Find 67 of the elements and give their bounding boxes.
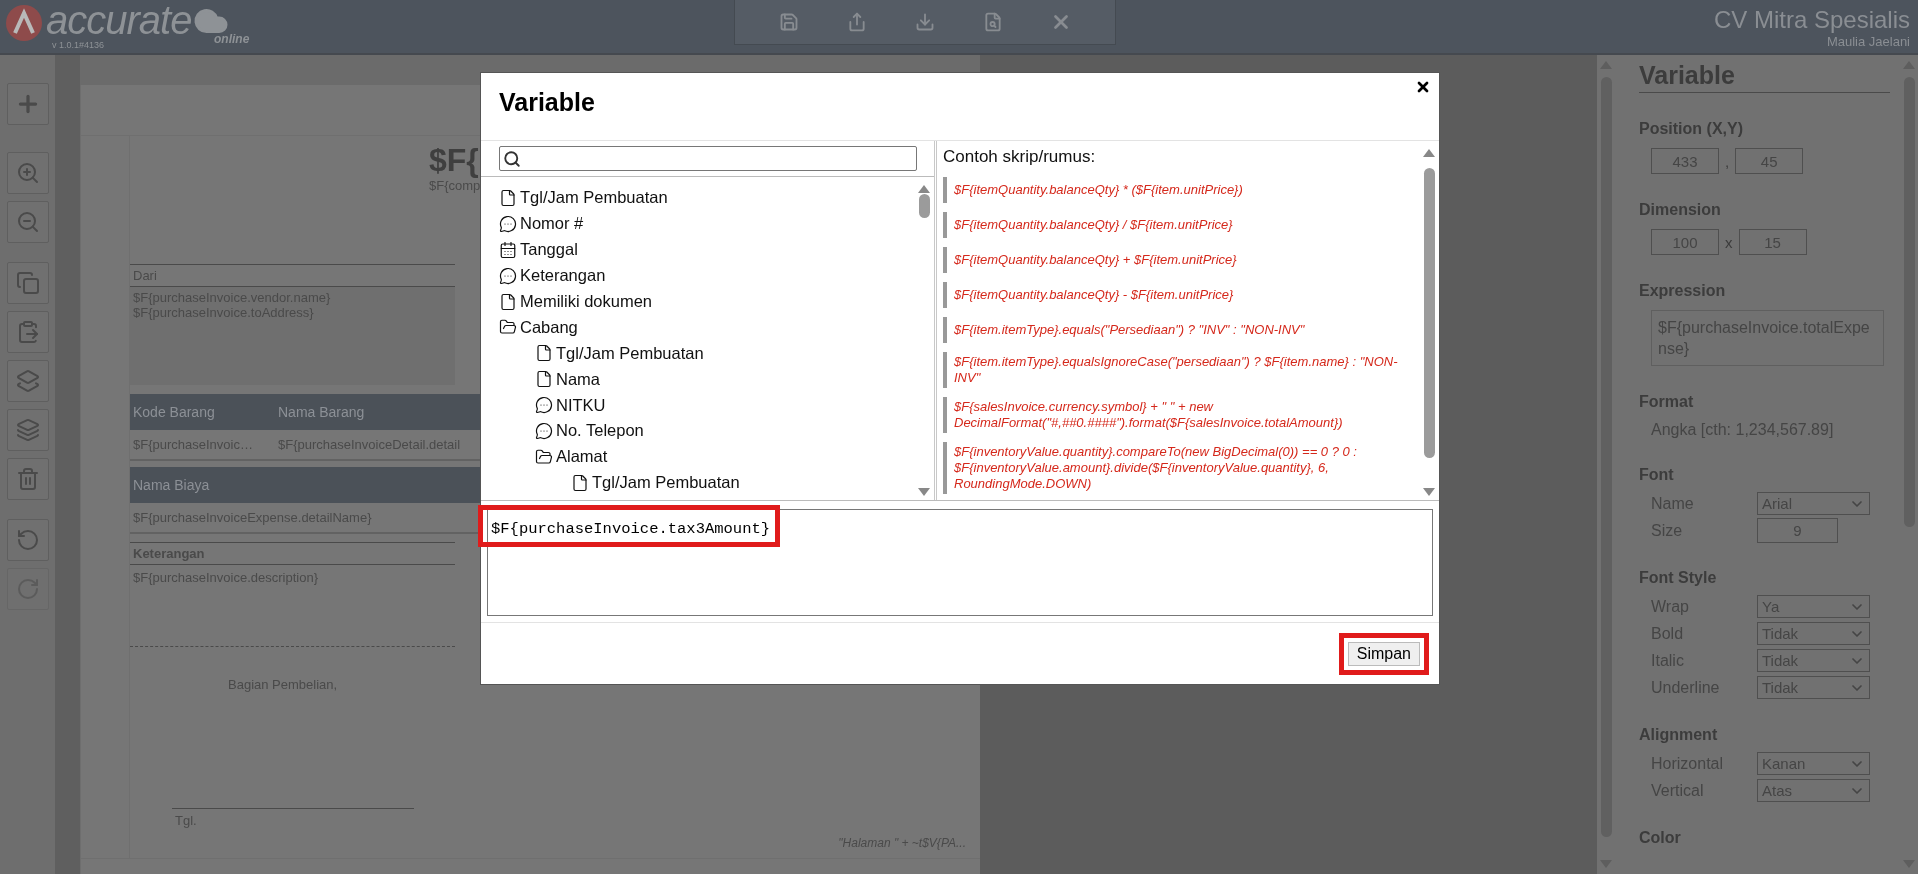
user-name: Maulia Jaelani	[1826, 34, 1910, 49]
example-formula[interactable]: $F{itemQuantity.balanceQty} / $F{item.unitPrice}	[943, 212, 1419, 238]
undo-button[interactable]	[6, 519, 49, 561]
document-icon	[499, 188, 517, 207]
speech-bubble-icon	[499, 266, 517, 285]
paste-button[interactable]	[6, 311, 49, 353]
dialog-title: Variable	[499, 88, 595, 117]
tree-item[interactable]: Cabang	[520, 317, 578, 337]
zoom-out-icon	[15, 210, 40, 234]
layers-icon	[15, 418, 40, 442]
example-formula[interactable]: $F{item.itemType}.equals("Persediaan") ? "INV" : "NON-INV"	[943, 317, 1419, 343]
tree-item[interactable]: Tgl/Jam Pembuatan	[520, 188, 668, 208]
tree-item[interactable]: No. Telepon	[556, 421, 644, 441]
bring-front-button[interactable]	[6, 360, 49, 402]
add-button[interactable]	[6, 83, 49, 125]
column-header: Kode Barang	[132, 404, 216, 420]
tree-item[interactable]: Nomor #	[520, 214, 584, 234]
search-field[interactable]	[499, 146, 917, 171]
close-button[interactable]	[1415, 79, 1431, 95]
column-header: Nama Biaya	[132, 477, 211, 493]
undo-icon	[15, 528, 40, 552]
calendar-icon	[499, 240, 517, 259]
document-icon	[571, 473, 589, 492]
example-formula[interactable]: $F{itemQuantity.balanceQty} - $F{item.unitPrice}	[943, 282, 1419, 308]
separator-text: ,	[1725, 152, 1730, 170]
zoom-in-icon	[15, 161, 40, 185]
tree-item[interactable]: Tanggal	[520, 240, 578, 260]
tree-item[interactable]: Memiliki dokumen	[520, 292, 653, 311]
file-search-icon	[983, 12, 1003, 32]
example-formula[interactable]: $F{salesInvoice.currency.symbol} + " " + new DecimalFormat("#,##0.####").format($F{salesInvoice.totalAmount})	[943, 397, 1419, 433]
tree-item[interactable]: Tgl/Jam Pembuatan	[556, 343, 704, 363]
share-icon	[847, 12, 867, 32]
logo-text: accurate	[46, 3, 192, 37]
copy-icon	[15, 271, 40, 295]
send-back-button[interactable]	[6, 409, 49, 451]
download-icon	[915, 12, 935, 32]
company-name: CV Mitra Spesialis	[1713, 6, 1910, 34]
example-formula[interactable]: $F{itemQuantity.balanceQty} + $F{item.unitPrice}	[943, 247, 1419, 273]
speech-bubble-icon	[535, 396, 553, 415]
example-formula[interactable]: $F{item.itemType}.equalsIgnoreCase("persediaan") ? $F{item.name} : "NON-INV"	[943, 352, 1419, 388]
layers-icon	[15, 369, 40, 393]
example-formula[interactable]: $F{itemQuantity.balanceQty} * ($F{item.unitPrice})	[943, 177, 1419, 203]
speech-bubble-icon	[499, 214, 517, 233]
search-icon	[503, 149, 521, 168]
example-formula[interactable]: $F{inventoryValue.quantity}.compareTo(new BigDecimal(0)) == 0 ? 0 : $F{inventoryValue.amount}.divide($F{inventoryValue.quantity}, 6, RoundingMode.DOWN)	[943, 442, 1419, 494]
speech-bubble-icon	[535, 421, 553, 440]
trash-icon	[15, 467, 40, 491]
tree-item[interactable]: Alamat	[556, 447, 608, 467]
tree-item[interactable]: Nama	[556, 369, 600, 389]
document-icon	[535, 370, 553, 389]
close-icon	[1415, 79, 1431, 95]
logo-subtitle: online	[214, 32, 250, 46]
document-icon	[535, 344, 553, 363]
logo-icon	[4, 3, 44, 43]
zoom-in-button[interactable]	[6, 152, 49, 194]
examples-title: Contoh skrip/rumus:	[943, 147, 1097, 167]
zoom-out-button[interactable]	[6, 201, 49, 243]
version-text: v 1.0.1#4136	[52, 40, 105, 50]
save-button[interactable]: Simpan	[1347, 641, 1420, 666]
report-title: $F{	[429, 142, 479, 178]
copy-button[interactable]	[6, 262, 49, 304]
tree-item[interactable]: Tgl/Jam Pembuatan	[592, 473, 740, 493]
column-header: Nama Barang	[277, 404, 366, 420]
tree-item[interactable]: NITKU	[556, 395, 606, 415]
document-icon	[499, 292, 517, 311]
delete-button[interactable]	[6, 458, 49, 500]
tree-item[interactable]: Keterangan	[520, 266, 606, 286]
